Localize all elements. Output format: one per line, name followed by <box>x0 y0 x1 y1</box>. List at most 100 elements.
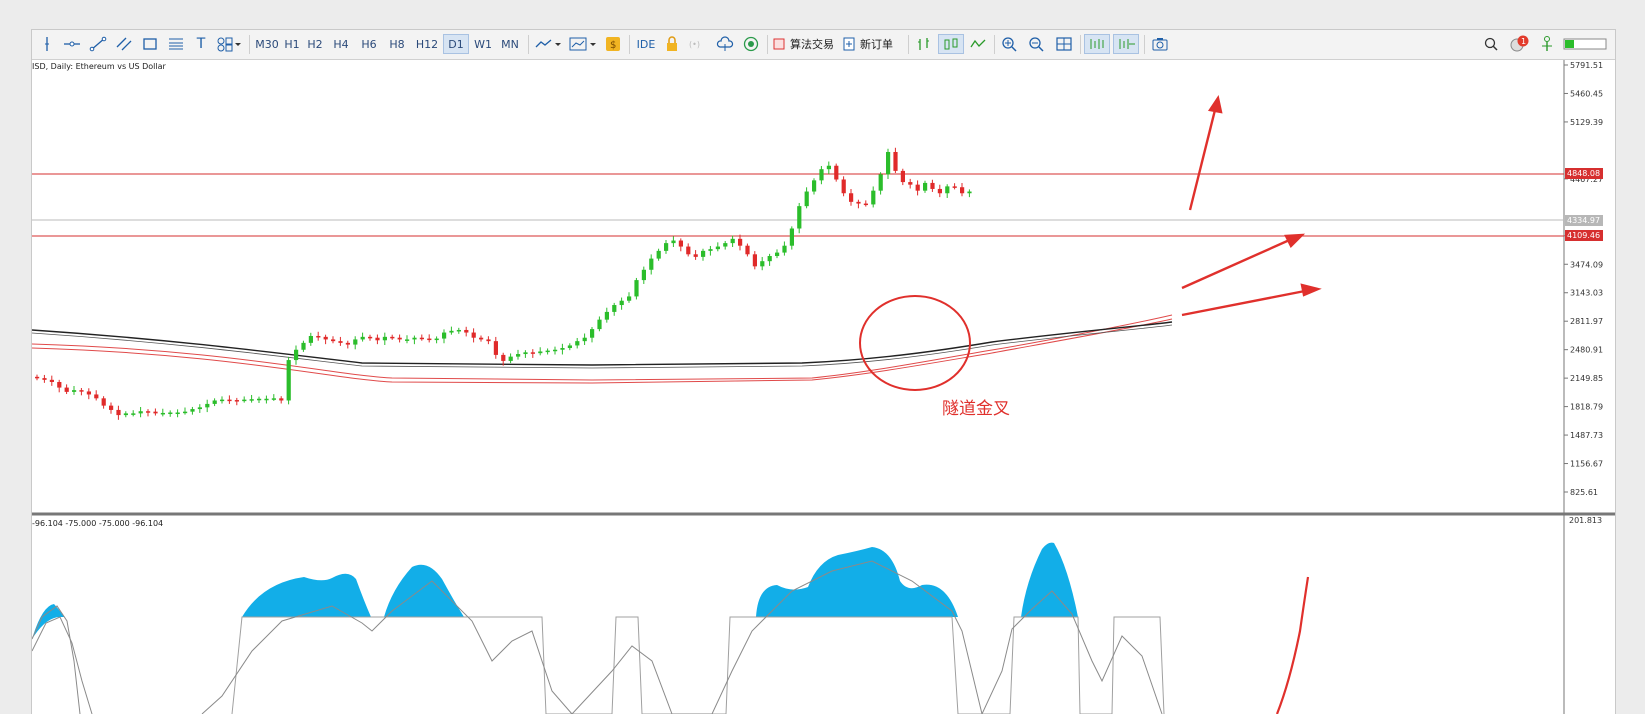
arrow-breakout <box>1188 105 1218 211</box>
search-icon[interactable] <box>1480 34 1502 54</box>
arrow-head <box>1207 94 1223 114</box>
grid-icon[interactable] <box>1052 34 1076 54</box>
candle-body <box>242 399 247 402</box>
candle-body <box>878 174 883 191</box>
text-icon[interactable]: T <box>190 34 212 54</box>
upward-arrows <box>1181 94 1322 317</box>
notification-icon[interactable]: 1 <box>1508 34 1532 54</box>
candle-body <box>723 243 728 247</box>
candle-body <box>693 254 698 257</box>
shapes-icon[interactable] <box>214 34 244 54</box>
oscillator-step-line <box>231 616 1165 714</box>
candle-body <box>886 151 891 175</box>
vps-icon[interactable] <box>739 34 763 54</box>
candle-body <box>146 411 151 413</box>
candle-body <box>937 188 942 194</box>
candle-body <box>789 228 794 246</box>
candle-body <box>730 238 735 244</box>
candle-body <box>405 339 410 341</box>
price-label: 1818.79 <box>1570 403 1603 412</box>
candle-body <box>501 354 506 361</box>
timeframe-h8[interactable]: H8 <box>386 34 408 54</box>
trend-line-icon[interactable] <box>86 34 110 54</box>
candle-body <box>397 337 402 340</box>
timeframe-w1[interactable]: W1 <box>471 34 495 54</box>
candle-body <box>257 398 262 401</box>
candle-body <box>442 332 447 339</box>
ide-button[interactable]: IDE <box>633 34 659 54</box>
timeframe-d1[interactable]: D1 <box>443 34 469 54</box>
lock-icon[interactable] <box>661 34 683 54</box>
price-label: 1156.67 <box>1570 460 1603 469</box>
cloud-icon[interactable] <box>713 34 737 54</box>
arrow-head <box>1300 283 1322 297</box>
new-order-button[interactable]: 新订单 <box>842 34 904 54</box>
candle-body <box>35 376 40 379</box>
notification-count: 1 <box>1521 37 1526 46</box>
timeframe-h12[interactable]: H12 <box>413 34 441 54</box>
candle-body <box>893 151 898 171</box>
candle-body <box>434 338 439 341</box>
oscillator-signal-line <box>32 605 81 714</box>
price-chart[interactable]: ISD, Daily: Ethereum vs US Dollar 5791.5… <box>32 60 1615 515</box>
candle-body <box>94 394 99 399</box>
candle-body <box>960 187 965 194</box>
candle-body <box>797 206 802 229</box>
rectangle-icon[interactable] <box>138 34 162 54</box>
timeframe-h1[interactable]: H1 <box>282 34 302 54</box>
candle-body <box>634 280 639 297</box>
candlestick-icon[interactable] <box>938 34 964 54</box>
zoom-in-icon[interactable] <box>998 34 1022 54</box>
line-chart-icon[interactable] <box>966 34 990 54</box>
bar-chart-icon[interactable] <box>912 34 936 54</box>
timeframe-m30[interactable]: M30 <box>254 34 280 54</box>
candle-body <box>486 339 491 342</box>
candle-body <box>301 342 306 350</box>
candle-body <box>575 341 580 346</box>
oscillator-red-arrow <box>1275 576 1310 714</box>
timeframe-mn[interactable]: MN <box>497 34 523 54</box>
candle-body <box>582 337 587 342</box>
oscillator-panel[interactable]: -96.104 -75.000 -75.000 -96.104 201.813 <box>32 511 1615 714</box>
algo-trading-button[interactable]: 算法交易 <box>772 34 838 54</box>
candle-body <box>641 269 646 281</box>
algo-trading-label: 算法交易 <box>790 38 834 51</box>
candle-body <box>316 335 321 338</box>
support-price-tag: 4109.46 <box>1565 230 1603 241</box>
crosshair-icon[interactable] <box>36 34 58 54</box>
candle-body <box>915 184 920 191</box>
candle-body <box>331 339 336 342</box>
candle-body <box>153 411 158 414</box>
candle-body <box>479 337 484 340</box>
candle-body <box>745 245 750 255</box>
screenshot-icon[interactable] <box>1148 34 1172 54</box>
channel-icon[interactable] <box>112 34 136 54</box>
template-icon[interactable] <box>566 34 600 54</box>
connection-icon[interactable] <box>1536 34 1558 54</box>
arrow-head <box>1284 233 1306 249</box>
candle-body <box>449 330 454 333</box>
timeframe-h2[interactable]: H2 <box>304 34 326 54</box>
candle-body <box>656 250 661 259</box>
new-order-icon <box>843 37 855 51</box>
market-icon[interactable]: $ <box>602 34 624 54</box>
candle-body <box>863 203 868 206</box>
candle-body <box>871 190 876 205</box>
price-axis-labels: 5791.515460.455129.394467.273805.153474.… <box>1564 61 1603 497</box>
indicators-icon[interactable] <box>532 34 564 54</box>
autoscroll-icon[interactable] <box>1084 34 1110 54</box>
timeframe-h6[interactable]: H6 <box>358 34 380 54</box>
timeframe-h4[interactable]: H4 <box>330 34 352 54</box>
candle-body <box>160 412 165 415</box>
candle-body <box>249 399 254 401</box>
svg-text:$: $ <box>610 40 616 51</box>
toolbar: T M30 H1 H2 H4 H6 H8 H12 D1 W1 MN $ IDE … <box>32 30 1615 60</box>
fibonacci-icon[interactable] <box>164 34 188 54</box>
candle-body <box>49 379 54 382</box>
price-label: 5791.51 <box>1570 61 1603 70</box>
chart-shift-icon[interactable] <box>1113 34 1139 54</box>
zoom-out-icon[interactable] <box>1025 34 1049 54</box>
candle-body <box>701 250 706 257</box>
signals-icon[interactable]: (•) <box>685 34 711 54</box>
horizontal-line-icon[interactable] <box>60 34 84 54</box>
